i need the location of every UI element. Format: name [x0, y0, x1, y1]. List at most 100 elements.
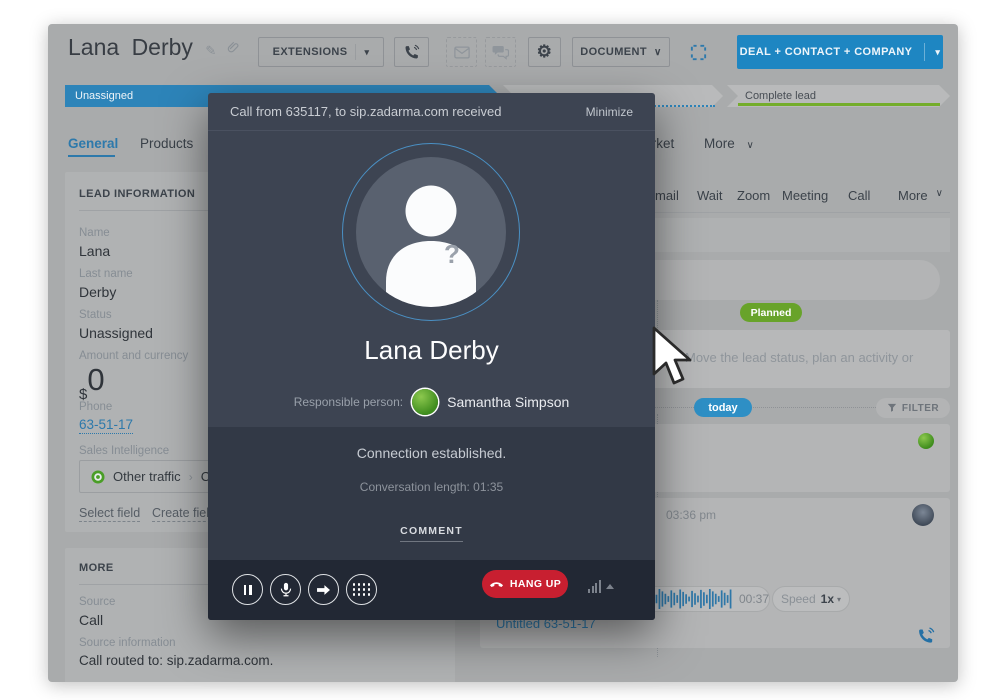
stage-unassigned-label: Unassigned [65, 90, 133, 102]
source-label: Source [79, 596, 115, 608]
person-silhouette-icon [356, 157, 506, 307]
chevron-down-icon: ▾ [364, 47, 369, 58]
call-duration-text: Conversation length: 01:35 [208, 480, 655, 494]
field-name-label: Name [79, 227, 110, 239]
action-call[interactable]: Call [848, 188, 898, 203]
amount-number: 0 [87, 362, 104, 397]
expand-view-button[interactable] [682, 37, 715, 67]
document-button[interactable]: DOCUMENT ∨ [572, 37, 670, 67]
field-status-value[interactable]: Unassigned [79, 325, 153, 341]
tab-products[interactable]: Products [140, 136, 193, 151]
unknown-question-mark: ? [444, 239, 460, 270]
minimize-button[interactable]: Minimize [586, 105, 633, 119]
field-name-value[interactable]: Lana [79, 243, 110, 259]
chevron-right-icon: › [189, 470, 193, 484]
chevron-down-icon: ∨ [936, 188, 943, 203]
more-panel-title: MORE [79, 562, 114, 574]
avatar [912, 504, 934, 526]
mail-icon [454, 46, 470, 59]
hang-up-label: HANG UP [510, 578, 561, 590]
link-icon[interactable] [226, 40, 239, 53]
call-popup-title: Call from 635117, to sip.zadarma.com rec… [230, 104, 501, 119]
action-meeting[interactable]: Meeting [782, 188, 848, 203]
stage-complete-label: Complete lead [727, 90, 816, 102]
create-deal-label: DEAL + CONTACT + COMPANY [740, 46, 913, 58]
source-info-label: Source information [79, 637, 176, 649]
hangup-phone-icon [489, 580, 504, 588]
hang-up-button[interactable]: HANG UP [482, 570, 568, 598]
source-info-value[interactable]: Call routed to: sip.zadarma.com. [79, 653, 273, 668]
page-title: Lana Derby ✎ [68, 34, 239, 61]
chevron-down-icon: ▾ [935, 47, 940, 58]
select-field-link[interactable]: Select field [79, 506, 140, 522]
email-button[interactable] [446, 37, 477, 67]
traffic-source-icon [91, 470, 105, 484]
tab-more[interactable]: More ∨ [704, 136, 754, 151]
phone-link[interactable]: 63-51-17 [79, 417, 133, 434]
chevron-down-icon: ▾ [837, 595, 841, 604]
funnel-icon [887, 403, 897, 413]
callee-name: Lana Derby [208, 335, 655, 366]
document-label: DOCUMENT [580, 46, 647, 58]
tab-general-underline [68, 155, 115, 157]
avatar [918, 433, 934, 449]
source-value[interactable]: Call [79, 612, 103, 628]
field-status-label: Status [79, 309, 112, 321]
chat-button[interactable] [485, 37, 516, 67]
transfer-button[interactable] [308, 574, 339, 605]
screen: Lana Derby ✎ EXTENSIONS ▾ ⚙ DOCUMENT [0, 0, 1000, 700]
extensions-button[interactable]: EXTENSIONS ▾ [258, 37, 384, 67]
action-zoom[interactable]: Zoom [737, 188, 782, 203]
timeline-connector [657, 414, 658, 424]
call-controls-bar: HANG UP [208, 560, 655, 620]
incoming-call-icon [916, 626, 936, 646]
microphone-icon [279, 582, 293, 597]
action-wait[interactable]: Wait [697, 188, 737, 203]
today-badge[interactable]: today [694, 398, 752, 417]
traffic-source-label: Other traffic [113, 469, 181, 484]
pause-button[interactable] [232, 574, 263, 605]
lead-last-name: Derby [132, 34, 193, 60]
responsible-name[interactable]: Samantha Simpson [447, 394, 569, 410]
forward-arrow-icon [316, 584, 331, 596]
field-lastname-value[interactable]: Derby [79, 284, 116, 300]
dialpad-button[interactable] [346, 574, 377, 605]
action-more[interactable]: More [898, 188, 928, 203]
call-status-section: Connection established. Conversation len… [208, 427, 655, 560]
responsible-person-row: Responsible person: Samantha Simpson [208, 389, 655, 415]
lead-first-name: Lana [68, 34, 119, 60]
mute-button[interactable] [270, 574, 301, 605]
filter-button[interactable]: FILTER [876, 398, 950, 418]
chat-icon [492, 45, 509, 60]
call-popup: Call from 635117, to sip.zadarma.com rec… [208, 93, 655, 620]
stage-complete-underline [738, 103, 940, 106]
gear-icon: ⚙ [537, 42, 553, 62]
hint-text: Move the lead status, plan an activity o… [685, 350, 913, 365]
comment-button-wrap: COMMENT [208, 521, 655, 542]
edit-pencil-icon[interactable]: ✎ [205, 43, 216, 58]
phone-icon [403, 44, 420, 61]
create-field-link[interactable]: Create field [152, 506, 216, 522]
comment-button[interactable]: COMMENT [400, 525, 463, 542]
connection-quality-icon[interactable] [588, 580, 614, 593]
speed-value: 1x [821, 592, 834, 606]
lead-info-title: LEAD INFORMATION [79, 188, 195, 200]
button-divider [355, 44, 356, 60]
planned-badge: Planned [740, 303, 802, 322]
mouse-cursor [650, 326, 702, 390]
settings-button[interactable]: ⚙ [528, 37, 561, 67]
field-lastname-label: Last name [79, 268, 133, 280]
call-button[interactable] [394, 37, 429, 67]
field-amount-label: Amount and currency [79, 350, 188, 362]
chevron-down-icon: ∨ [654, 47, 662, 58]
responsible-label: Responsible person: [294, 395, 403, 409]
create-deal-button[interactable]: DEAL + CONTACT + COMPANY ▾ [737, 35, 943, 69]
field-amount-value[interactable]: $0 [79, 362, 105, 403]
tab-general[interactable]: General [68, 136, 118, 151]
timeline-connector [657, 648, 658, 657]
entry-timestamp: 03:36 pm [666, 508, 716, 522]
activity-actions-row: E-mail Wait Zoom Meeting Call More ∨ [642, 188, 943, 203]
playback-speed-button[interactable]: Speed 1x ▾ [772, 586, 850, 612]
call-status-text: Connection established. [208, 445, 655, 461]
keypad-icon [353, 583, 371, 596]
